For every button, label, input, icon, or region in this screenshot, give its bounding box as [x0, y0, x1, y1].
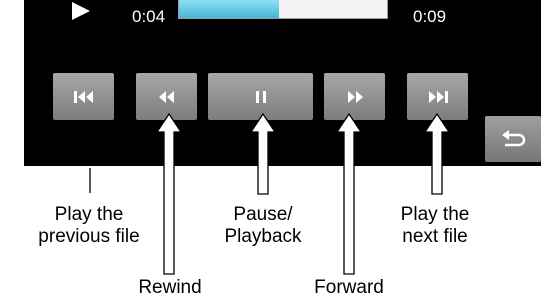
- current-time: 0:04: [132, 7, 166, 26]
- next-file-button[interactable]: [407, 73, 468, 120]
- skip-previous-icon: [73, 90, 93, 103]
- fast-forward-icon: [347, 90, 363, 103]
- forward-label: Forward: [314, 277, 384, 298]
- next-file-label: Play the next file: [400, 204, 470, 247]
- total-time: 0:09: [413, 7, 447, 26]
- previous-file-label: Play the previous file: [38, 204, 140, 247]
- skip-next-icon: [428, 90, 448, 103]
- rewind-button[interactable]: [136, 73, 197, 120]
- player-screen: 0:04 0:09: [24, 0, 541, 166]
- forward-button[interactable]: [324, 73, 385, 120]
- progress-bar[interactable]: [178, 0, 388, 19]
- back-button[interactable]: [485, 116, 541, 162]
- progress-fill: [179, 0, 279, 18]
- play-icon[interactable]: [72, 2, 90, 20]
- rewind-label: Rewind: [138, 277, 202, 298]
- return-arrow-icon: [502, 130, 526, 147]
- rewind-icon: [158, 90, 174, 103]
- pause-playback-button[interactable]: [208, 73, 313, 120]
- pause-icon: [255, 90, 266, 103]
- pause-playback-label: Pause/ Playback: [224, 204, 302, 247]
- previous-file-button[interactable]: [53, 73, 114, 120]
